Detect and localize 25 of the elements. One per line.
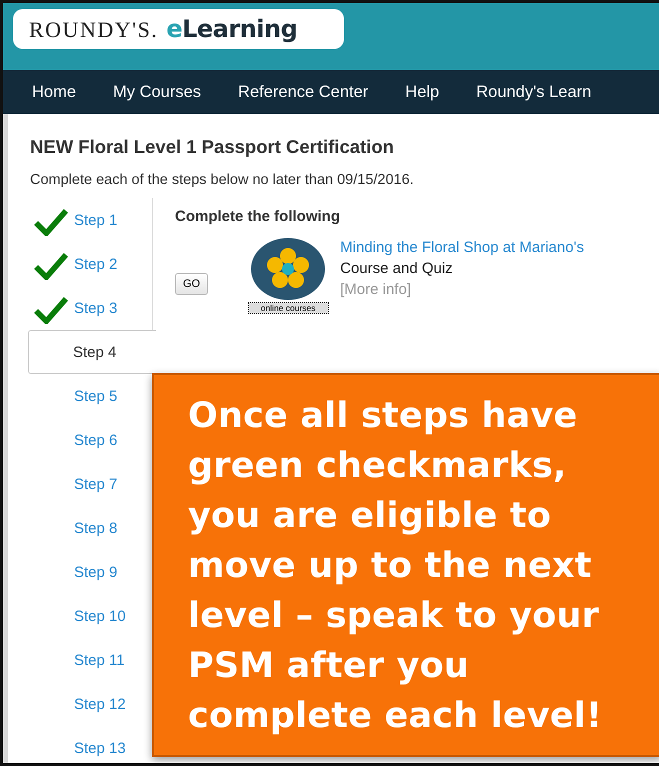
step-tab[interactable]: Step 9 [30,550,152,594]
step-tab[interactable]: Step 4 [28,330,156,374]
logo-product: eLearning [166,15,298,43]
course-link[interactable]: Minding the Floral Shop at Mariano's [340,237,584,258]
flower-icon [250,237,326,301]
step-tab[interactable]: Step 5 [30,374,152,418]
step-tab[interactable]: Step 10 [30,594,152,638]
step-tab[interactable]: Step 7 [30,462,152,506]
callout-text: Once all steps have green checkmarks, you are eligible to move up to the next level – speak to your PSM after you complete each level! [188,395,604,738]
go-button[interactable]: GO [175,273,208,295]
step-tab[interactable]: Step 1 [30,198,152,242]
step-tab[interactable]: Step 2 [30,242,152,286]
course-type: Course and Quiz [340,259,454,279]
step-tab[interactable]: Step 3 [30,286,152,330]
thumbnail-caption: online courses [248,302,329,314]
page-title: NEW Floral Level 1 Passport Certification [30,136,395,158]
step-tab[interactable]: Step 13 [30,726,152,763]
panel-heading: Complete the following [175,208,341,225]
step-tab[interactable]: Step 11 [30,638,152,682]
logo-brand: ROUNDY'S. [29,17,158,43]
step-tab[interactable]: Step 6 [30,418,152,462]
page-subtitle: Complete each of the steps below no later than 09/15/2016. [30,172,415,188]
step-tab[interactable]: Step 12 [30,682,152,726]
step-tab[interactable]: Step 8 [30,506,152,550]
more-info-link[interactable]: [More info] [340,279,584,300]
